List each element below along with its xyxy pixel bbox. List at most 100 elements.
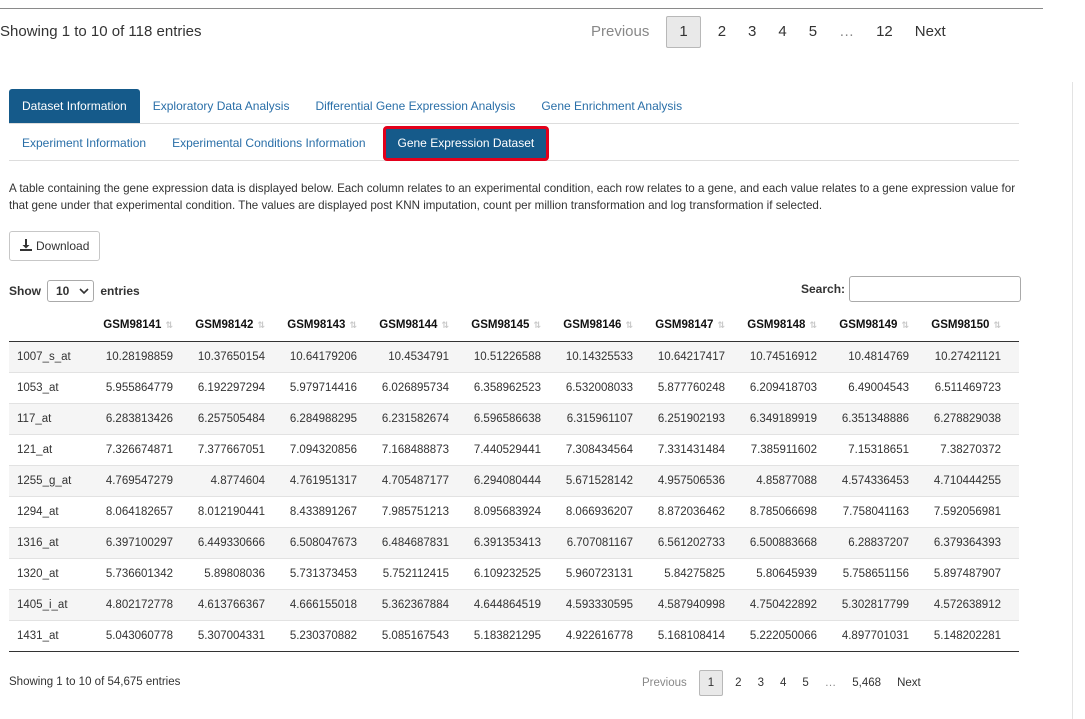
top-pager-next[interactable]: Next [904,17,957,47]
column-header[interactable]: GSM9815 [1009,309,1019,342]
column-header[interactable]: GSM98143 ⇅ [273,309,365,342]
expression-value-cell: 5.979714416 [273,372,365,404]
column-header-label: GSM98146 [563,319,622,331]
expression-value-cell: 6.532008033 [549,372,641,404]
sort-icon: ⇅ [809,320,817,330]
expression-value-cell: 4.769547279 [89,465,181,497]
column-header[interactable]: GSM98149 ⇅ [825,309,917,342]
entries-length-value: 10 [56,284,70,298]
top-pager-page-last[interactable]: 12 [865,17,904,47]
entries-label: entries [100,284,140,298]
expression-value-cell: 6.283813426 [89,403,181,435]
bottom-pager-next[interactable]: Next [889,671,929,695]
expression-value-cell: 4.922616778 [549,620,641,652]
tab-differential-gene-expression[interactable]: Differential Gene Expression Analysis [302,89,528,123]
column-header[interactable]: GSM98144 ⇅ [365,309,457,342]
probe-id-cell: 117_at [9,403,89,435]
column-header[interactable]: GSM98146 ⇅ [549,309,641,342]
column-header-label: GSM98143 [287,319,346,331]
table-row: 1316_at 6.397100297 6.449330666 6.508047673… [9,527,1019,559]
expression-value-cell: 5.960723131 [549,558,641,590]
tab-exploratory-data-analysis[interactable]: Exploratory Data Analysis [140,89,303,123]
tab-experimental-conditions[interactable]: Experimental Conditions Information [159,127,378,160]
expression-value-cell: 7.308434564 [549,434,641,466]
expression-value-cell: 4.574336453 [825,465,917,497]
expression-value-cell: 6.391353413 [457,527,549,559]
expression-value-cell: 10.74516912 [733,341,825,373]
expression-value-cell: 10.64179206 [273,341,365,373]
search-input[interactable] [849,276,1022,302]
expression-value-cell: 5.897487907 [917,558,1009,590]
column-header-label: GSM98141 [103,319,162,331]
column-header[interactable]: GSM98150 ⇅ [917,309,1009,342]
bottom-pager-previous[interactable]: Previous [634,671,695,695]
bottom-pager-page-last[interactable]: 5,468 [844,671,889,695]
top-pager-page-3[interactable]: 3 [737,17,767,47]
expression-value-cell: 7.985751213 [365,496,457,528]
expression-value-cell: 7.8250324 [1009,496,1019,528]
expression-value-cell: 6.251902193 [641,403,733,435]
column-header[interactable]: GSM98148 ⇅ [733,309,825,342]
column-header[interactable]: GSM98147 ⇅ [641,309,733,342]
top-pager-previous[interactable]: Previous [580,17,660,47]
expression-value-cell: 4.7410182 [1009,589,1019,621]
expression-value-cell: 5.710567 [1009,558,1019,590]
expression-value-cell: 10.14325533 [549,341,641,373]
expression-value-cell: 7.168488873 [365,434,457,466]
expression-value-cell: 4.802172778 [89,589,181,621]
sort-icon: ⇅ [533,320,541,330]
column-header[interactable]: GSM98145 ⇅ [457,309,549,342]
show-label: Show [9,284,41,298]
top-divider [0,8,1043,9]
bottom-pager-page-1[interactable]: 1 [698,670,724,696]
expression-value-cell: 4.572638912 [917,589,1009,621]
top-pager-page-1[interactable]: 1 [666,16,701,48]
probe-id-cell: 1431_at [9,620,89,652]
expression-table-container[interactable]: GSM98141 ⇅ GSM98142 ⇅ GSM98143 ⇅ GSM98144 ⇅ GSM9… [9,309,1019,652]
expression-value-cell: 4.613766367 [181,589,273,621]
entries-length-select[interactable]: 10 [47,280,95,302]
column-header-label: GSM98145 [471,319,530,331]
probe-id-cell: 121_at [9,434,89,466]
expression-value-cell: 5.085167543 [365,620,457,652]
expression-value-cell: 8.433891267 [273,496,365,528]
expression-value-cell: 6.449330666 [181,527,273,559]
sort-icon: ⇅ [717,320,725,330]
expression-value-cell: 5.752112415 [365,558,457,590]
expression-value-cell: 4.593330595 [549,589,641,621]
sort-icon: ⇅ [901,320,909,330]
column-header[interactable]: GSM98142 ⇅ [181,309,273,342]
bottom-pager-page-5[interactable]: 5 [794,671,816,695]
column-header[interactable]: GSM98141 ⇅ [89,309,181,342]
table-row: 1294_at 8.064182657 8.012190441 8.433891267… [9,496,1019,528]
bottom-pager-page-2[interactable]: 2 [727,671,749,695]
expression-value-cell: 4.705487177 [365,465,457,497]
tab-gene-expression-dataset[interactable]: Gene Expression Dataset [382,126,550,161]
top-pager-page-5[interactable]: 5 [798,17,828,47]
bottom-pager-page-3[interactable]: 3 [750,671,772,695]
expression-value-cell: 6.707081167 [549,527,641,559]
top-pager-page-2[interactable]: 2 [707,17,737,47]
tab-gene-enrichment-analysis[interactable]: Gene Enrichment Analysis [528,89,695,123]
expression-value-cell: 5.222050066 [733,620,825,652]
expression-value-cell: 6.209418703 [733,372,825,404]
expression-value-cell: 6.561202733 [641,527,733,559]
top-entries-info: Showing 1 to 10 of 118 entries [0,23,202,40]
column-header-probe[interactable] [9,309,89,342]
column-header-label: GSM98150 [931,319,990,331]
expression-value-cell: 6.284988295 [273,403,365,435]
vertical-scrollbar[interactable] [1072,82,1085,719]
top-pager-page-4[interactable]: 4 [767,17,797,47]
expression-value-cell: 6.500883668 [733,527,825,559]
expression-value-cell: 6.511469723 [917,372,1009,404]
tab-experiment-information[interactable]: Experiment Information [9,127,159,160]
bottom-pager-page-4[interactable]: 4 [772,671,794,695]
expression-value-cell: 6.379364393 [917,527,1009,559]
probe-id-cell: 1405_i_at [9,589,89,621]
expression-table: GSM98141 ⇅ GSM98142 ⇅ GSM98143 ⇅ GSM98144 ⇅ GSM9… [9,309,1019,652]
table-row: 1255_g_at 4.769547279 4.8774604 4.761951317… [9,465,1019,497]
expression-value-cell: 10.28198859 [89,341,181,373]
download-button[interactable]: Download [9,231,101,261]
tab-dataset-information[interactable]: Dataset Information [9,89,140,123]
expression-value-cell: 7.331431484 [641,434,733,466]
